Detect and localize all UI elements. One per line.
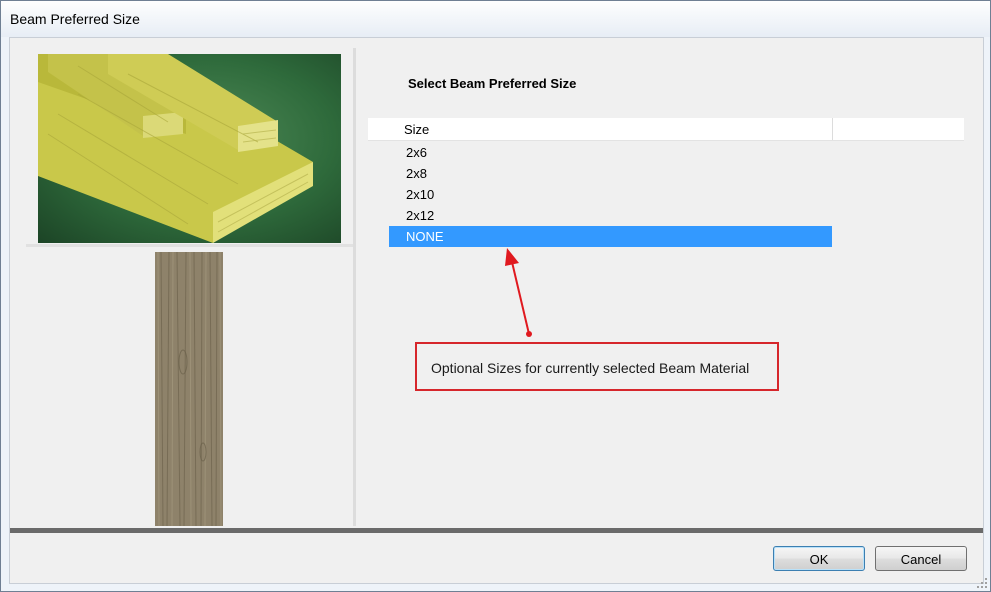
annotation-text: Optional Sizes for currently selected Be…	[431, 360, 750, 376]
title-bar[interactable]: Beam Preferred Size	[1, 1, 990, 37]
ok-button[interactable]: OK	[773, 546, 865, 571]
annotation-callout: Optional Sizes for currently selected Be…	[415, 342, 779, 391]
cancel-button[interactable]: Cancel	[875, 546, 967, 571]
bottom-separator-bar	[10, 528, 983, 533]
annotation-arrow	[505, 248, 532, 337]
window-title: Beam Preferred Size	[10, 11, 140, 27]
resize-grip-icon[interactable]	[976, 577, 988, 589]
dialog-client-area: Select Beam Preferred Size Size 2x6 2x8 …	[9, 37, 984, 584]
dialog-window: Beam Preferred Size Select Beam Preferre…	[0, 0, 991, 592]
